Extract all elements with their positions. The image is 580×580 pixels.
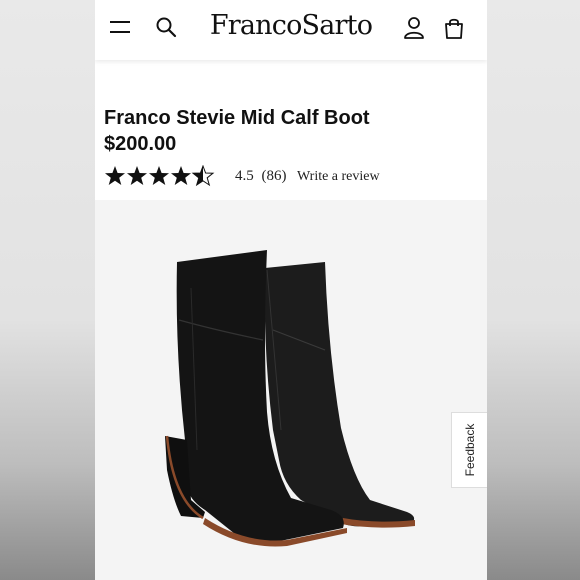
- write-review-link[interactable]: Write a review: [297, 169, 380, 185]
- product-price: $200.00: [104, 133, 177, 155]
- half-star-icon: [192, 165, 214, 186]
- product-image[interactable]: [95, 200, 487, 580]
- feedback-tab[interactable]: Feedback: [451, 412, 487, 488]
- blurred-backdrop-left: [0, 0, 95, 580]
- bag-icon[interactable]: [443, 16, 465, 40]
- star-icon: [149, 166, 169, 185]
- star-icon: [171, 166, 191, 185]
- blurred-backdrop-right: [485, 0, 580, 580]
- boots-illustration: [165, 250, 415, 547]
- rating-summary: 4.5 (86): [235, 168, 287, 185]
- star-icon: [127, 166, 147, 185]
- review-count: (86): [261, 168, 287, 184]
- star-icon: [105, 166, 125, 185]
- star-rating: [105, 165, 214, 186]
- feedback-label: Feedback: [462, 423, 477, 477]
- rating-value: 4.5: [235, 168, 254, 184]
- account-icon[interactable]: [403, 16, 425, 40]
- product-title: Franco Stevie Mid Calf Boot: [104, 107, 370, 129]
- mobile-page: FrancoSarto Franco Stevie Mid Calf Boot …: [95, 0, 487, 580]
- site-header: FrancoSarto: [95, 0, 487, 60]
- brand-logo[interactable]: FrancoSarto: [95, 10, 487, 41]
- boot-right: [264, 262, 415, 528]
